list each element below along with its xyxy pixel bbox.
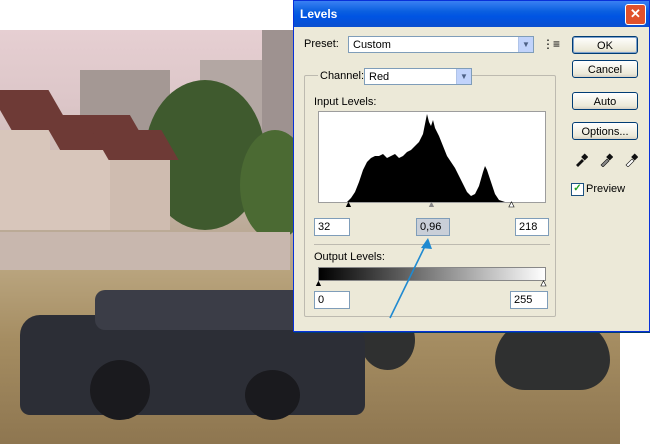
annotation-arrow	[389, 238, 432, 319]
